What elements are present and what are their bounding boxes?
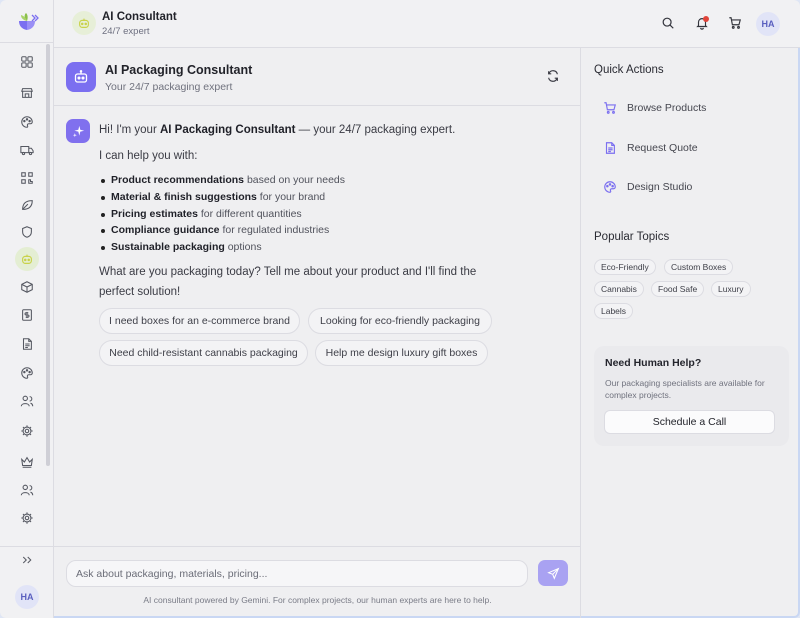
search-icon[interactable] [660,15,676,31]
capability-bold: Compliance guidance [111,224,220,237]
user-avatar[interactable]: HA [15,585,39,609]
crown-icon[interactable] [15,450,39,474]
greeting-bold: AI Packaging Consultant [159,124,296,136]
expand-sidebar-icon[interactable] [17,552,37,568]
help-intro: I can help you with: [99,150,198,162]
chat-input[interactable] [66,560,528,587]
palette-icon[interactable] [15,361,39,385]
refresh-icon[interactable] [546,69,562,85]
page-title: AI Consultant [102,11,177,23]
design-studio-action[interactable]: Design Studio [603,178,692,196]
user-avatar[interactable]: HA [756,12,780,36]
users-icon[interactable] [15,478,39,502]
right-panel: Quick Actions Browse Products Request Qu… [581,48,800,618]
capability-bold: Pricing estimates [111,207,198,220]
capability-bold: Product recommendations [111,174,245,186]
request-quote-action[interactable]: Request Quote [603,139,698,157]
list-item: Product recommendations based on your ne… [99,172,519,189]
assistant-message: Hi! I'm your AI Packaging Consultant — y… [99,122,519,302]
footer-note: AI consultant powered by Gemini. For com… [143,595,492,605]
store-icon[interactable] [15,81,39,105]
help-title: Need Human Help? [605,357,702,369]
assistant-avatar-icon [66,119,90,143]
truck-icon[interactable] [15,138,39,162]
suggestion-chip[interactable]: I need boxes for an e-commerce brand [99,308,300,334]
greeting: Hi! I'm your AI Packaging Consultant — y… [99,122,519,139]
browse-products-action[interactable]: Browse Products [603,99,706,117]
divider [54,546,581,547]
popular-topics-title: Popular Topics [594,231,670,243]
top-header: AI Consultant 24/7 expert HA [54,0,800,48]
users-icon[interactable] [15,389,39,413]
topic-tag[interactable]: Custom Boxes [664,259,734,275]
list-item: Pricing estimates for different quantiti… [99,206,519,223]
send-icon [546,567,559,580]
notification-badge [703,16,709,22]
topic-tag[interactable]: Luxury [711,281,751,297]
topic-tag[interactable]: Labels [594,303,634,319]
list-item: Sustainable packaging options [99,239,519,256]
quick-actions-title: Quick Actions [594,64,664,76]
cart-icon [604,102,616,114]
action-label: Browse Products [627,102,707,114]
shield-icon[interactable] [15,220,39,244]
schedule-call-button[interactable]: Schedule a Call [604,410,775,434]
question: What are you packaging today? Tell me ab… [99,265,477,298]
greeting-suffix: — your 24/7 packaging expert. [295,124,456,136]
suggestion-chip[interactable]: Need child-resistant cannabis packaging [99,340,308,366]
app-window: HA AI Consultant 24/7 expert HA AI Packa… [0,0,800,618]
suggestion-chip[interactable]: Looking for eco-friendly packaging [308,308,492,334]
topic-tag[interactable]: Cannabis [594,281,644,297]
leaf-icon[interactable] [15,193,39,217]
qr-code-icon[interactable] [15,166,39,190]
brand-logo[interactable] [15,10,39,34]
action-label: Design Studio [627,181,693,193]
divider [0,42,54,43]
list-item: Compliance guidance for regulated indust… [99,222,519,239]
palette-icon[interactable] [15,110,39,134]
capability-rest: for your brand [256,190,326,203]
left-sidebar: HA [0,0,54,618]
dollar-document-icon[interactable] [15,303,39,327]
dashboard-icon[interactable] [15,50,39,74]
box-icon[interactable] [15,275,39,299]
send-button[interactable] [538,560,568,586]
capability-bold: Material & finish suggestions [111,190,257,203]
list-item: Material & finish suggestions for your b… [99,189,519,206]
topic-tag[interactable]: Food Safe [651,281,705,297]
capabilities-list: Product recommendations based on your ne… [99,172,519,256]
capability-rest: options [224,241,262,254]
suggestion-chip[interactable]: Help me design luxury gift boxes [315,340,488,366]
sidebar-scrollbar[interactable] [46,44,50,466]
topic-tag[interactable]: Eco-Friendly [594,259,656,275]
consultant-icon [72,11,96,35]
capability-rest: for regulated industries [219,224,330,237]
chat-subtitle: Your 24/7 packaging expert [105,81,233,93]
human-help-card: Need Human Help? Our packaging specialis… [594,346,789,446]
greeting-prefix: Hi! I'm your [99,124,160,136]
divider [0,546,54,547]
chat-header: AI Packaging Consultant Your 24/7 packag… [54,48,581,106]
consultant-icon[interactable] [15,247,39,271]
page-subtitle: 24/7 expert [102,26,150,37]
help-description: Our packaging specialists are available … [605,378,765,400]
chat-panel: AI Packaging Consultant Your 24/7 packag… [54,48,581,618]
capability-rest: based on your needs [244,174,346,186]
capability-rest: for different quantities [197,207,302,220]
document-icon[interactable] [15,332,39,356]
settings-icon[interactable] [15,419,39,443]
chat-title: AI Packaging Consultant [105,63,253,77]
palette-icon [604,181,616,193]
cart-icon[interactable] [727,15,743,31]
settings-icon[interactable] [15,506,39,530]
bot-icon [66,62,96,92]
capability-bold: Sustainable packaging [111,241,225,254]
document-icon [605,142,615,154]
action-label: Request Quote [627,142,698,154]
